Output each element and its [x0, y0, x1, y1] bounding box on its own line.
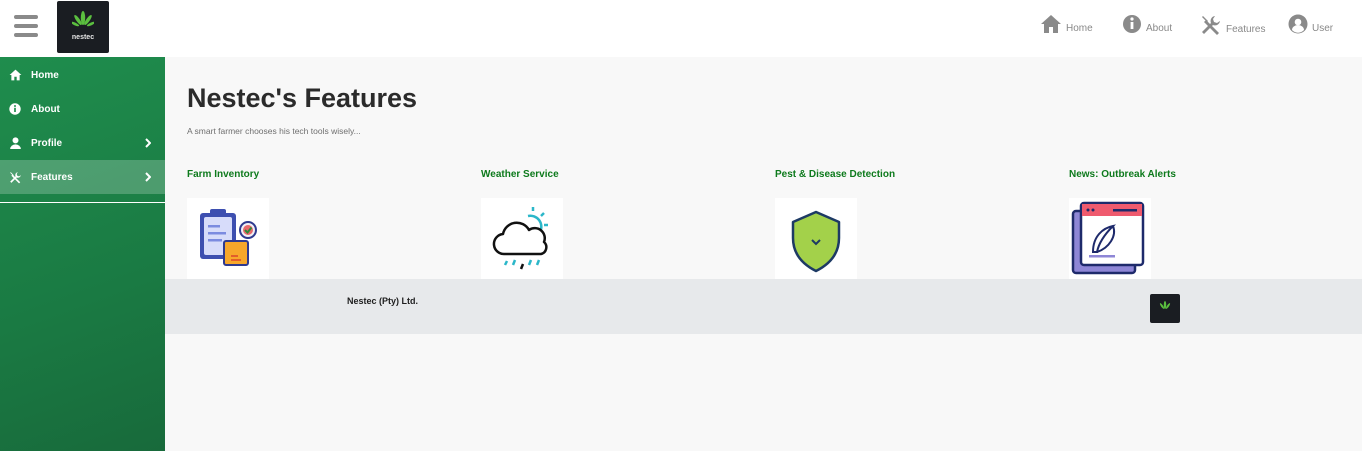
page-title: Nestec's Features	[187, 83, 418, 113]
main-content: Nestec's Features A smart farmer chooses…	[165, 57, 1362, 451]
sidebar-divider	[0, 202, 165, 203]
topnav-home[interactable]: Home	[1040, 14, 1093, 34]
cloud-rain-icon	[481, 198, 563, 280]
info-icon	[1123, 15, 1141, 33]
clipboard-inventory-icon	[187, 198, 269, 280]
sidebar-item-label: Profile	[31, 137, 63, 149]
feature-title: News: Outbreak Alerts	[1069, 169, 1176, 180]
sidebar: Home About Profile Features	[0, 57, 165, 451]
topnav-home-label: Home	[1066, 22, 1093, 34]
footer-company-name: Nestec (Pty) Ltd.	[347, 296, 419, 306]
feature-title: Farm Inventory	[187, 169, 260, 180]
topnav-user-label: User	[1312, 22, 1334, 34]
home-icon	[8, 68, 22, 82]
sidebar-item-features[interactable]: Features	[0, 160, 165, 194]
leaf-logo-icon	[72, 11, 94, 27]
topnav-features[interactable]: Features	[1200, 14, 1265, 36]
feature-weather-service[interactable]: Weather Service	[481, 169, 563, 280]
user-icon	[8, 136, 22, 150]
footer-logo	[1150, 294, 1180, 323]
menu-icon[interactable]	[14, 15, 38, 37]
top-bar: nestec Home About Features User	[0, 0, 1362, 57]
feature-title: Pest & Disease Detection	[775, 169, 896, 180]
topnav-user[interactable]: User	[1288, 14, 1333, 34]
tools-icon	[1202, 16, 1220, 35]
page-subtitle: A smart farmer chooses his tech tools wi…	[187, 126, 361, 136]
footer: Nestec (Pty) Ltd.	[165, 279, 1362, 334]
sidebar-item-home[interactable]: Home	[0, 58, 165, 92]
info-icon	[8, 102, 22, 116]
feature-pest-disease-detection[interactable]: Pest & Disease Detection	[775, 169, 896, 280]
chevron-right-icon	[145, 172, 151, 182]
topnav-features-label: Features	[1226, 23, 1266, 35]
feature-title: Weather Service	[481, 169, 559, 180]
sidebar-item-about[interactable]: About	[0, 92, 165, 126]
tools-icon	[8, 170, 22, 184]
topnav-about-label: About	[1146, 22, 1173, 34]
sidebar-item-label: About	[31, 103, 60, 115]
topnav-about[interactable]: About	[1122, 14, 1172, 34]
user-circle-icon	[1288, 14, 1308, 34]
news-feather-icon	[1069, 198, 1151, 280]
brand-logo-text: nestec	[71, 34, 95, 41]
sidebar-item-label: Features	[31, 171, 73, 183]
brand-logo[interactable]: nestec	[57, 1, 109, 53]
feature-farm-inventory[interactable]: Farm Inventory	[187, 169, 269, 280]
shield-icon	[775, 198, 857, 280]
sidebar-item-profile[interactable]: Profile	[0, 126, 165, 160]
sidebar-item-label: Home	[31, 69, 59, 81]
chevron-right-icon	[145, 138, 151, 148]
home-icon	[1041, 15, 1061, 33]
feature-news-outbreak-alerts[interactable]: News: Outbreak Alerts	[1069, 169, 1176, 280]
